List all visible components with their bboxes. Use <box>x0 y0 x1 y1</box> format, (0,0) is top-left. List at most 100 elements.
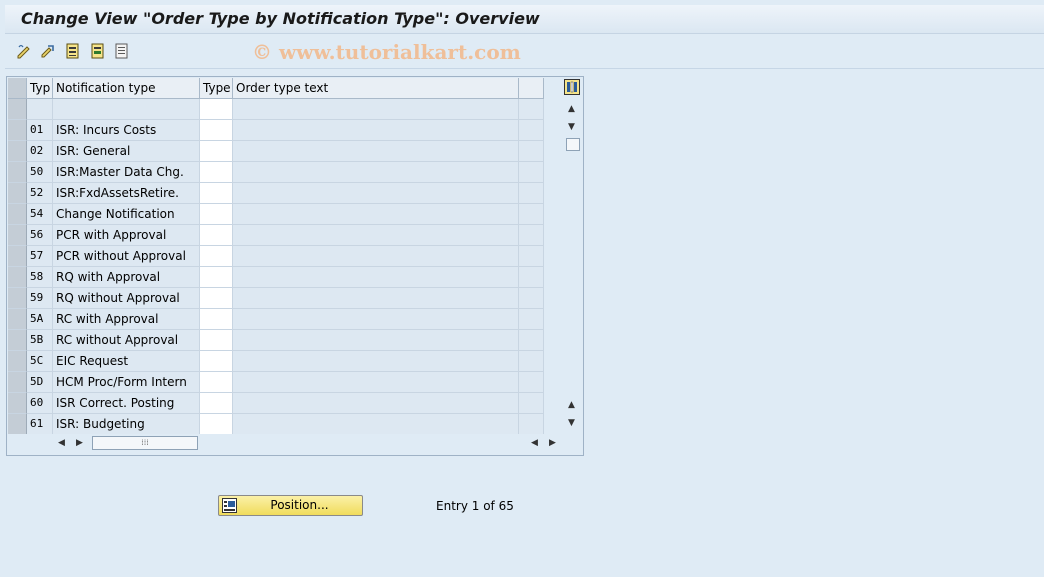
scroll-page-up-arrow-icon[interactable]: ▲ <box>568 400 575 410</box>
cell-spacer <box>519 99 544 120</box>
table-row[interactable]: 60 ISR Correct. Posting <box>8 393 544 414</box>
cell-spacer <box>519 330 544 351</box>
row-selector[interactable] <box>8 309 27 330</box>
column-header-spacer <box>519 78 544 99</box>
cell-order-type-input[interactable] <box>200 120 233 141</box>
vertical-scroll-thumb[interactable] <box>566 138 580 151</box>
cell-spacer <box>519 372 544 393</box>
table-row[interactable]: 50 ISR:Master Data Chg. <box>8 162 544 183</box>
cell-notification-type: ISR:Master Data Chg. <box>53 162 200 183</box>
row-selector[interactable] <box>8 204 27 225</box>
cell-typ: 02 <box>27 141 53 162</box>
column-configuration-icon[interactable] <box>564 79 580 95</box>
cell-typ: 60 <box>27 393 53 414</box>
select-all-icon[interactable] <box>65 43 81 59</box>
cell-notification-type: EIC Request <box>53 351 200 372</box>
cell-spacer <box>519 246 544 267</box>
table-row[interactable]: 58 RQ with Approval <box>8 267 544 288</box>
deselect-all-icon[interactable] <box>114 43 130 59</box>
row-selector[interactable] <box>8 246 27 267</box>
vertical-scrollbar[interactable]: ▲ ▼ ▲ ▼ <box>564 78 582 433</box>
cell-order-type-input[interactable] <box>200 330 233 351</box>
table-row[interactable]: 56 PCR with Approval <box>8 225 544 246</box>
cell-order-type-input[interactable] <box>200 141 233 162</box>
table-control: Typ Notification type Type Order type te… <box>6 76 584 456</box>
scroll-page-down-arrow-icon[interactable]: ▼ <box>568 122 575 132</box>
cell-order-type-text <box>233 267 519 288</box>
edit-icon[interactable] <box>16 43 32 59</box>
cell-order-type-input[interactable] <box>200 183 233 204</box>
row-selector[interactable] <box>8 99 27 120</box>
cell-typ: 61 <box>27 414 53 435</box>
watermark: © www.tutorialkart.com <box>252 40 521 64</box>
table-row[interactable]: 61 ISR: Budgeting <box>8 414 544 435</box>
cell-typ: 56 <box>27 225 53 246</box>
entry-counter: Entry 1 of 65 <box>436 499 514 513</box>
select-all-column-header[interactable] <box>8 78 27 99</box>
cell-order-type-input[interactable] <box>200 288 233 309</box>
cell-typ: 5A <box>27 309 53 330</box>
scroll-right-arrow-icon[interactable]: ▶ <box>549 438 556 448</box>
cell-order-type-input[interactable] <box>200 225 233 246</box>
column-header-order-type-text[interactable]: Order type text <box>233 78 519 99</box>
scroll-down-arrow-icon[interactable]: ▼ <box>568 418 575 428</box>
cell-typ: 01 <box>27 120 53 141</box>
table-row[interactable]: 57 PCR without Approval <box>8 246 544 267</box>
table-row[interactable]: 59 RQ without Approval <box>8 288 544 309</box>
table-row[interactable] <box>8 99 544 120</box>
horizontal-scroll-thumb[interactable]: ⁞⁞⁞ <box>92 436 198 450</box>
page-title: Change View "Order Type by Notification … <box>21 9 540 28</box>
cell-order-type-text <box>233 183 519 204</box>
row-selector[interactable] <box>8 225 27 246</box>
horizontal-scrollbar[interactable]: ◀ ▶ ⁞⁞⁞ ◀ ▶ <box>8 434 556 452</box>
cell-spacer <box>519 225 544 246</box>
row-selector[interactable] <box>8 120 27 141</box>
cell-typ: 58 <box>27 267 53 288</box>
row-selector[interactable] <box>8 267 27 288</box>
row-selector[interactable] <box>8 162 27 183</box>
row-selector[interactable] <box>8 288 27 309</box>
cell-spacer <box>519 309 544 330</box>
cell-order-type-input[interactable] <box>200 372 233 393</box>
row-selector[interactable] <box>8 330 27 351</box>
position-button[interactable]: Position... <box>218 495 363 516</box>
table-row[interactable]: 02 ISR: General <box>8 141 544 162</box>
cell-order-type-input[interactable] <box>200 246 233 267</box>
table-row[interactable]: 52 ISR:FxdAssetsRetire. <box>8 183 544 204</box>
row-selector[interactable] <box>8 141 27 162</box>
table-row[interactable]: 5B RC without Approval <box>8 330 544 351</box>
cell-notification-type: ISR: General <box>53 141 200 162</box>
cell-order-type-input[interactable] <box>200 267 233 288</box>
scroll-left-arrow-icon[interactable]: ◀ <box>58 438 65 448</box>
row-selector[interactable] <box>8 183 27 204</box>
table-row[interactable]: 5C EIC Request <box>8 351 544 372</box>
cell-notification-type <box>53 99 200 120</box>
other-entry-icon[interactable] <box>40 43 56 59</box>
cell-order-type-text <box>233 99 519 120</box>
row-selector[interactable] <box>8 414 27 435</box>
cell-order-type-input[interactable] <box>200 204 233 225</box>
table-row[interactable]: 5A RC with Approval <box>8 309 544 330</box>
cell-spacer <box>519 204 544 225</box>
table-row[interactable]: 5D HCM Proc/Form Intern <box>8 372 544 393</box>
table-row[interactable]: 54 Change Notification <box>8 204 544 225</box>
column-header-notification-type[interactable]: Notification type <box>53 78 200 99</box>
scroll-right-step-arrow-icon[interactable]: ▶ <box>76 438 83 448</box>
scroll-up-arrow-icon[interactable]: ▲ <box>568 104 575 114</box>
cell-order-type-input[interactable] <box>200 162 233 183</box>
cell-order-type-input[interactable] <box>200 99 233 120</box>
row-selector[interactable] <box>8 351 27 372</box>
scroll-left-end-arrow-icon[interactable]: ◀ <box>531 438 538 448</box>
cell-order-type-input[interactable] <box>200 414 233 435</box>
cell-notification-type: ISR:FxdAssetsRetire. <box>53 183 200 204</box>
cell-order-type-input[interactable] <box>200 309 233 330</box>
column-header-type[interactable]: Type <box>200 78 233 99</box>
column-header-typ[interactable]: Typ <box>27 78 53 99</box>
select-block-icon[interactable] <box>90 43 106 59</box>
cell-order-type-text <box>233 204 519 225</box>
row-selector[interactable] <box>8 393 27 414</box>
row-selector[interactable] <box>8 372 27 393</box>
table-row[interactable]: 01 ISR: Incurs Costs <box>8 120 544 141</box>
cell-order-type-input[interactable] <box>200 351 233 372</box>
cell-order-type-input[interactable] <box>200 393 233 414</box>
